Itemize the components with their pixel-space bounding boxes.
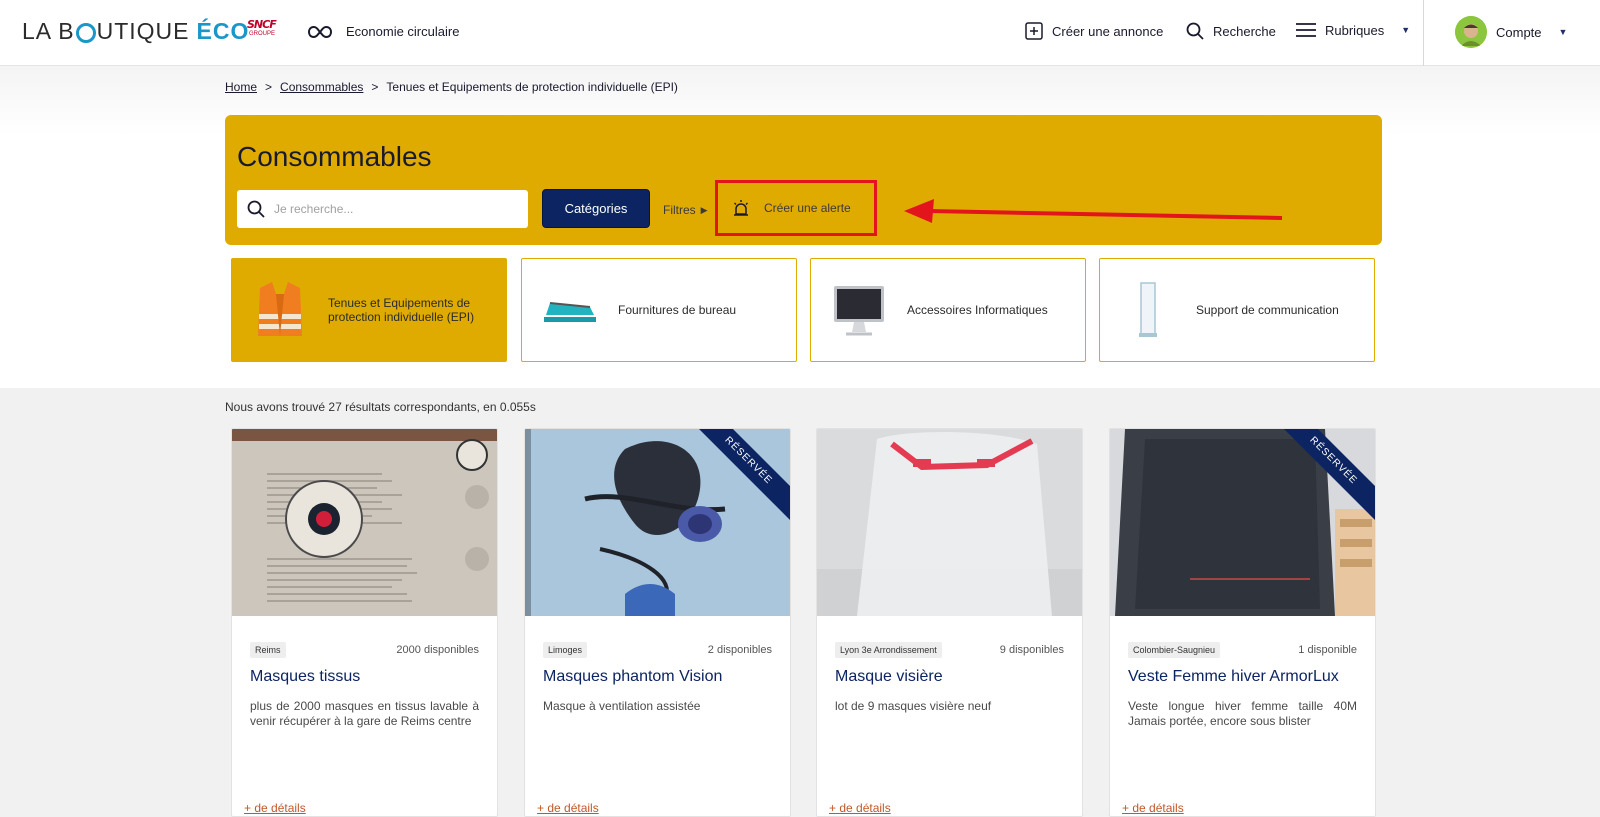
create-alert-label: Créer une alerte	[764, 201, 851, 215]
search-input[interactable]	[274, 202, 514, 216]
search-nav-button[interactable]: Recherche	[1186, 22, 1276, 40]
filters-label: Filtres	[663, 203, 696, 217]
category-card-office-supplies[interactable]: Fournitures de bureau	[521, 258, 797, 362]
product-image: RÉSERVÉE	[525, 429, 790, 616]
breadcrumb-consommables-link[interactable]: Consommables	[280, 80, 363, 94]
breadcrumb-current: Tenues et Equipements de protection indi…	[386, 80, 678, 94]
product-card[interactable]: RÉSERVÉE Limoges 2 disponibles Masques p…	[524, 428, 791, 817]
logo-text-prefix: LA B	[22, 18, 75, 44]
product-title[interactable]: Veste Femme hiver ArmorLux	[1128, 668, 1361, 686]
circular-economy-link[interactable]: Economie circulaire	[308, 24, 459, 39]
sncf-group: GROUPE	[249, 31, 276, 37]
product-meta: Colombier-Saugnieu 1 disponible	[1128, 642, 1357, 658]
breadcrumb: Home > Consommables > Tenues et Equipeme…	[225, 80, 678, 94]
chevron-down-icon: ▼	[1558, 27, 1568, 37]
stapler-icon	[522, 259, 618, 361]
safety-vest-icon	[232, 259, 328, 361]
user-avatar-icon	[1455, 16, 1487, 48]
rubrics-label: Rubriques	[1325, 22, 1385, 38]
rubrics-menu-button[interactable]: Rubriques ▼	[1296, 22, 1410, 38]
search-icon	[247, 200, 265, 218]
product-image	[817, 429, 1082, 616]
alarm-light-icon	[734, 200, 748, 216]
product-title[interactable]: Masques tissus	[250, 668, 483, 686]
search-nav-label: Recherche	[1213, 23, 1276, 39]
product-description: plus de 2000 masques en tissus lavable à…	[250, 699, 479, 728]
location-tag: Reims	[250, 642, 286, 658]
details-link[interactable]: + de détails	[244, 801, 306, 815]
location-tag: Colombier-Saugnieu	[1128, 642, 1221, 658]
product-description: Masque à ventilation assistée	[543, 699, 701, 713]
logo-eco-text: ÉCO	[196, 18, 250, 44]
filters-toggle[interactable]: Filtres ▶	[663, 203, 708, 217]
category-label: Tenues et Equipements de protection indi…	[328, 296, 475, 324]
annotation-arrow	[904, 199, 1283, 223]
product-card[interactable]: Reims 2000 disponibles Masques tissus pl…	[231, 428, 498, 817]
category-card-epi[interactable]: Tenues et Equipements de protection indi…	[231, 258, 507, 362]
account-menu-button[interactable]: Compte ▼	[1455, 16, 1567, 48]
top-navigation-bar: LA B UTIQUE ÉCO SNCF GROUPE Economie circu…	[0, 0, 1600, 66]
category-label: Accessoires Informatiques	[907, 303, 1048, 317]
product-title[interactable]: Masque visière	[835, 668, 1068, 686]
product-image: RÉSERVÉE	[1110, 429, 1375, 616]
category-card-communication-support[interactable]: Support de communication	[1099, 258, 1375, 362]
circular-economy-label: Economie circulaire	[346, 24, 460, 39]
availability-text: 2000 disponibles	[396, 644, 479, 656]
chevron-down-icon: ▼	[1401, 25, 1411, 35]
product-meta: Lyon 3e Arrondissement 9 disponibles	[835, 642, 1064, 658]
hamburger-icon	[1296, 23, 1316, 37]
page-title: Consommables	[237, 141, 432, 172]
header-divider	[1423, 0, 1424, 66]
details-link[interactable]: + de détails	[829, 801, 891, 815]
product-card[interactable]: RÉSERVÉE Colombier-Saugnieu 1 disponible…	[1109, 428, 1376, 817]
triangle-right-icon: ▶	[700, 204, 708, 215]
location-tag: Lyon 3e Arrondissement	[835, 642, 942, 658]
monitor-icon	[811, 259, 907, 361]
logo-ring-icon	[75, 22, 96, 43]
product-meta: Limoges 2 disponibles	[543, 642, 772, 658]
breadcrumb-home-link[interactable]: Home	[225, 80, 257, 94]
product-description: Veste longue hiver femme taille 40M Jama…	[1128, 699, 1357, 728]
details-link[interactable]: + de détails	[1122, 801, 1184, 815]
create-alert-button[interactable]: Créer une alerte	[715, 180, 877, 236]
product-meta: Reims 2000 disponibles	[250, 642, 479, 658]
create-listing-label: Créer une annonce	[1052, 23, 1164, 39]
product-title[interactable]: Masques phantom Vision	[543, 668, 776, 686]
availability-text: 2 disponibles	[707, 644, 772, 656]
availability-text: 9 disponibles	[999, 644, 1064, 656]
category-label: Fournitures de bureau	[618, 303, 737, 317]
account-label: Compte	[1496, 24, 1542, 40]
plus-square-icon	[1025, 22, 1043, 40]
infinity-icon	[308, 25, 332, 38]
product-card[interactable]: Lyon 3e Arrondissement 9 disponibles Mas…	[816, 428, 1083, 817]
categories-button[interactable]: Catégories	[542, 189, 650, 228]
site-logo[interactable]: LA B UTIQUE ÉCO	[22, 18, 249, 45]
product-description: lot de 9 masques visière neuf	[835, 699, 992, 713]
location-tag: Limoges	[543, 642, 588, 658]
logo-text-suffix: UTIQUE	[96, 18, 190, 44]
create-listing-button[interactable]: Créer une annonce	[1025, 22, 1163, 40]
search-box[interactable]	[237, 190, 528, 228]
avatar	[1455, 16, 1487, 48]
sncf-group-logo: SNCF GROUPE	[247, 18, 283, 46]
category-card-computer-accessories[interactable]: Accessoires Informatiques	[810, 258, 1086, 362]
breadcrumb-separator: >	[371, 80, 379, 94]
details-link[interactable]: + de détails	[537, 801, 599, 815]
search-icon	[1186, 22, 1204, 40]
product-image	[232, 429, 497, 616]
category-label: Support de communication	[1196, 303, 1339, 317]
sncf-brand: SNCF	[247, 18, 277, 31]
results-count: Nous avons trouvé 27 résultats correspon…	[225, 400, 536, 414]
availability-text: 1 disponible	[1298, 644, 1357, 656]
display-panel-icon	[1100, 259, 1196, 361]
breadcrumb-separator: >	[265, 80, 273, 94]
